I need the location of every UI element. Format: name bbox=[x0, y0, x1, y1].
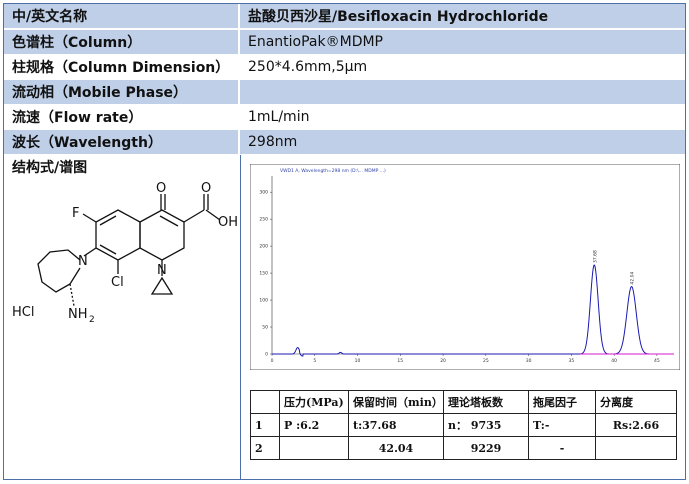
chemical-structure: O O OH F Cl N N HCl NH 2 bbox=[12, 181, 238, 325]
cell: P :6.2 bbox=[279, 413, 349, 437]
y-tick-label: 250 bbox=[259, 217, 268, 223]
atom-nh2-sub: 2 bbox=[89, 315, 95, 325]
results-table: 压力(MPa) 保留时间（min） 理论塔板数 拖尾因子 分离度 1 P :6.… bbox=[250, 390, 677, 460]
x-tick-label: 45 bbox=[654, 358, 660, 364]
x-tick-label: 30 bbox=[526, 358, 532, 364]
header-cell bbox=[250, 390, 280, 414]
x-tick-label: 0 bbox=[271, 358, 274, 364]
y-tick-label: 150 bbox=[259, 271, 268, 277]
x-tick-label: 5 bbox=[313, 358, 316, 364]
label-structure: 结构式/谱图 bbox=[12, 160, 88, 176]
cell: - bbox=[528, 436, 596, 460]
label-mobile-phase: 流动相（Mobile Phase） bbox=[12, 85, 188, 101]
x-tick-label: 25 bbox=[483, 358, 489, 364]
value-column: EnantioPak®MDMP bbox=[238, 30, 685, 54]
header-cell: 保留时间（min） bbox=[348, 390, 444, 414]
atom-o: O bbox=[156, 181, 166, 196]
atom-nh2: NH bbox=[68, 307, 88, 322]
y-tick-label: 50 bbox=[262, 325, 268, 331]
x-tick-label: 15 bbox=[397, 358, 403, 364]
chromatogram-chart: VWD1 A, Wavelength=298 nm (D:\... MDMP .… bbox=[250, 164, 680, 370]
atom-oh: OH bbox=[218, 215, 238, 230]
cell bbox=[595, 436, 677, 460]
value-flow-rate: 1mL/min bbox=[238, 105, 685, 129]
peak-label: 37.68 bbox=[592, 250, 598, 263]
row-mobile-phase: 流动相（Mobile Phase） bbox=[4, 80, 685, 105]
y-tick-label: 200 bbox=[259, 244, 268, 250]
x-tick-label: 20 bbox=[440, 358, 446, 364]
cell bbox=[279, 436, 349, 460]
cell: 42.04 bbox=[348, 436, 444, 460]
cell: t:37.68 bbox=[348, 413, 444, 437]
row-column: 色谱柱（Column） EnantioPak®MDMP bbox=[4, 30, 685, 55]
peak-label: 42.04 bbox=[630, 272, 636, 285]
atom-n1: N bbox=[157, 263, 167, 278]
results-header-row: 压力(MPa) 保留时间（min） 理论塔板数 拖尾因子 分离度 bbox=[250, 390, 677, 414]
header-cell: 拖尾因子 bbox=[528, 390, 596, 414]
label-dimension: 柱规格（Column Dimension） bbox=[12, 60, 230, 76]
row-name: 中/英文名称 盐酸贝西沙星/Besifloxacin Hydrochloride bbox=[4, 4, 685, 29]
label-name: 中/英文名称 bbox=[12, 9, 88, 25]
atom-o2: O bbox=[201, 181, 211, 196]
value-wavelength: 298nm bbox=[238, 130, 685, 154]
atom-cl: Cl bbox=[111, 275, 124, 290]
table-row: 1 P :6.2 t:37.68 n： 9735 T:- Rs:2.66 bbox=[250, 413, 677, 437]
header-cell: 压力(MPa) bbox=[279, 390, 349, 414]
cell: 2 bbox=[250, 436, 280, 460]
row-dimension: 柱规格（Column Dimension） 250*4.6mm,5μm bbox=[4, 55, 685, 80]
row-wavelength: 波长（Wavelength） 298nm bbox=[4, 130, 685, 155]
y-tick-label: 0 bbox=[265, 352, 268, 358]
header-cell: 理论塔板数 bbox=[443, 390, 529, 414]
value-dimension: 250*4.6mm,5μm bbox=[238, 55, 685, 79]
y-tick-label: 300 bbox=[259, 190, 268, 196]
value-name: 盐酸贝西沙星/Besifloxacin Hydrochloride bbox=[238, 4, 685, 28]
label-flow-rate: 流速（Flow rate） bbox=[12, 110, 143, 126]
label-wavelength: 波长（Wavelength） bbox=[12, 135, 162, 151]
y-tick-label: 100 bbox=[259, 298, 268, 304]
column-divider bbox=[240, 155, 241, 480]
salt-hcl: HCl bbox=[12, 305, 34, 320]
x-tick-label: 35 bbox=[568, 358, 574, 364]
table-row: 2 42.04 9229 - bbox=[250, 436, 677, 460]
cell: n： 9735 bbox=[443, 413, 529, 437]
cell: Rs:2.66 bbox=[595, 413, 677, 437]
cell: 1 bbox=[250, 413, 280, 437]
cell: T:- bbox=[528, 413, 596, 437]
label-column: 色谱柱（Column） bbox=[12, 35, 142, 51]
cell: 9229 bbox=[443, 436, 529, 460]
chart-header: VWD1 A, Wavelength=298 nm (D:\... MDMP .… bbox=[280, 168, 386, 174]
atom-n2: N bbox=[78, 254, 88, 269]
value-mobile-phase bbox=[238, 80, 685, 104]
atom-f: F bbox=[72, 206, 79, 221]
x-tick-label: 40 bbox=[611, 358, 617, 364]
row-flow-rate: 流速（Flow rate） 1mL/min bbox=[4, 105, 685, 130]
x-tick-label: 10 bbox=[355, 358, 361, 364]
header-cell: 分离度 bbox=[595, 390, 677, 414]
